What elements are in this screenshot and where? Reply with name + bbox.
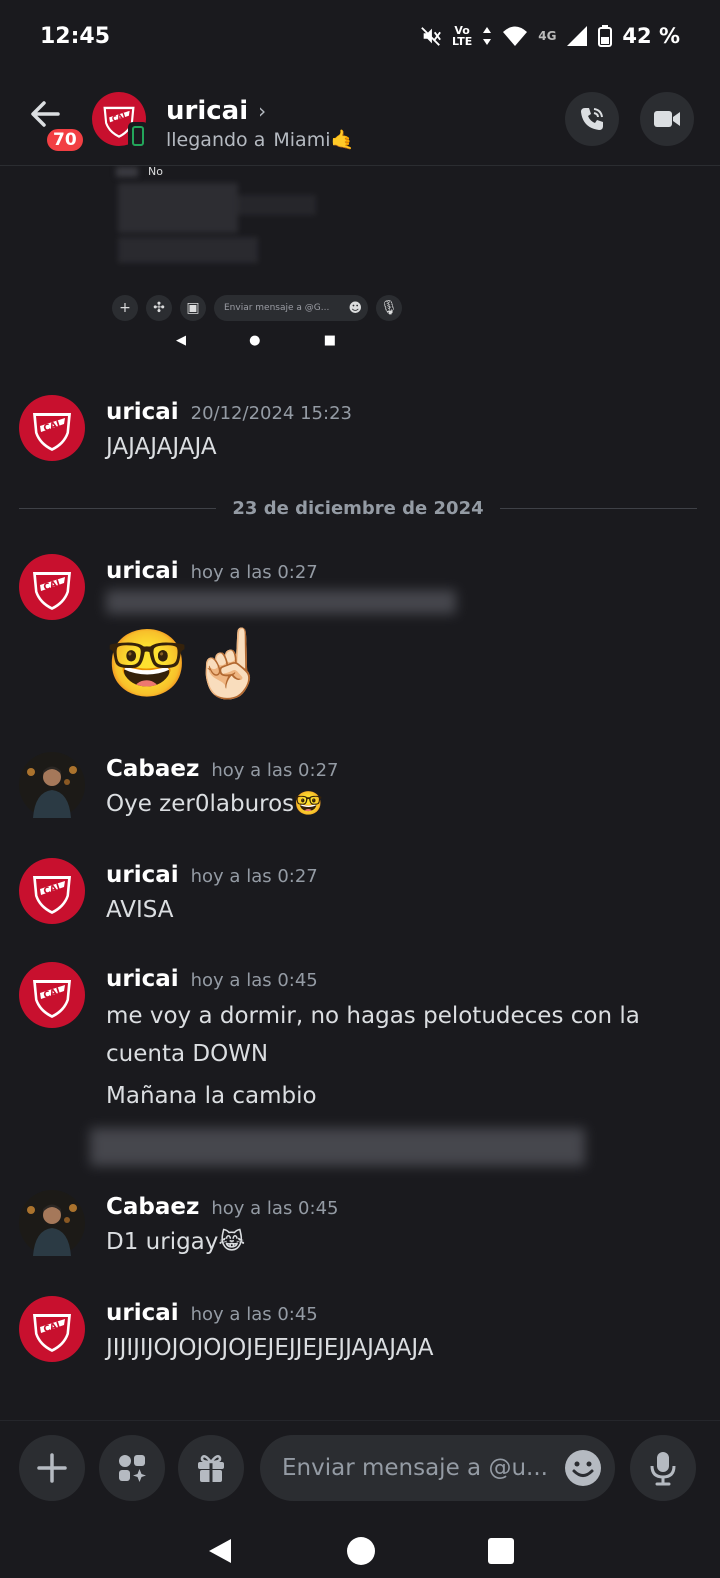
signal-icon [567,26,588,46]
nav-back-icon[interactable] [205,1536,235,1566]
author-name[interactable]: uricai [106,966,179,992]
avatar[interactable] [19,554,85,620]
author-name[interactable]: uricai [106,558,179,584]
voice-message-button[interactable] [630,1435,696,1501]
embed-home-icon: ● [249,333,261,348]
embed-plus-icon: + [112,295,138,321]
emoji-message: 🤓☝🏻 [106,625,271,702]
author-name[interactable]: uricai [106,1300,179,1326]
gift-button[interactable] [178,1435,244,1501]
embed-nav-bar: ◀ ● ■ [176,333,336,348]
author-name[interactable]: uricai [106,399,179,425]
embed-mic-icon: 🎙 [376,295,402,321]
timestamp: hoy a las 0:45 [190,1304,318,1325]
volte-icon: Vo LTE [452,24,473,48]
plus-icon [37,1453,67,1483]
embed-input: Enviar mensaje a @G... ☻ [214,295,368,321]
apps-button[interactable] [99,1435,165,1501]
timestamp: hoy a las 0:45 [190,970,318,991]
attach-button[interactable] [19,1435,85,1501]
video-call-button[interactable] [640,92,694,146]
redacted-text [106,590,456,614]
message-composer [0,1420,720,1520]
author-name[interactable]: Cabaez [106,1194,199,1220]
dm-header: 70 uricai › llegando a Miami🤙 [0,78,720,166]
message-text: Oye zer0laburos🤓 [106,791,323,817]
message-text: JIJIJIJOJOJOJOJEJEJJEJEJJAJAJAJA [106,1335,434,1361]
author-name[interactable]: uricai [106,862,179,888]
nav-recents-icon[interactable] [487,1537,515,1565]
emoji-icon[interactable] [563,1448,603,1488]
embed-back-icon: ◀ [176,333,186,348]
battery-icon [598,25,613,47]
nav-home-icon[interactable] [346,1536,376,1566]
message-text: D1 urigay😹 [106,1229,246,1255]
timestamp: hoy a las 0:27 [190,866,318,887]
embed-text: No [148,165,163,178]
timestamp: 20/12/2024 15:23 [190,403,352,424]
message-text: JAJAJAJAJA [106,434,217,460]
data-arrows-icon [483,27,492,45]
video-camera-icon [654,111,680,127]
embed-apps-icon: ✣ [146,295,172,321]
voice-call-button[interactable] [565,92,619,146]
mute-icon [421,27,441,46]
message-text: AVISA [106,897,174,923]
embed-gift-icon: ▣ [180,295,206,321]
phone-call-icon [581,108,603,130]
avatar[interactable] [19,752,85,818]
message-text: cuenta DOWN [106,1041,269,1067]
embedded-screenshot: No + ✣ ▣ Enviar mensaje a @G... ☻ 🎙 ◀ ● … [106,165,406,355]
timestamp: hoy a las 0:45 [211,1198,339,1219]
timestamp: hoy a las 0:27 [190,562,318,583]
message-text: me voy a dormir, no hagas pelotudeces co… [106,1003,640,1029]
avatar[interactable] [19,858,85,924]
battery-percent: 42 % [622,24,680,48]
embed-recents-icon: ■ [323,333,336,348]
redacted-text [90,1128,585,1166]
embed-emoji-icon: ☻ [348,300,362,316]
system-nav-bar [0,1524,720,1578]
status-icons: Vo LTE 4G 42 % [420,24,680,48]
message-text: Mañana la cambio [106,1083,317,1109]
timestamp: hoy a las 0:27 [211,760,339,781]
avatar[interactable] [19,1296,85,1362]
dm-user-name[interactable]: uricai › [166,96,266,126]
date-divider: 23 de diciembre de 2024 [19,493,698,523]
unread-badge: 70 [44,126,86,154]
avatar[interactable] [19,395,85,461]
chevron-right-icon: › [258,99,267,123]
network-type: 4G [538,28,557,43]
author-name[interactable]: Cabaez [106,756,199,782]
apps-icon [119,1455,146,1482]
mobile-status-icon [128,122,148,150]
gift-icon [198,1454,224,1482]
avatar[interactable] [19,962,85,1028]
message-input-wrap[interactable] [260,1435,615,1501]
avatar[interactable] [19,1190,85,1256]
message-input[interactable] [282,1455,552,1481]
status-bar: 12:45 Vo LTE 4G 42 % [0,0,720,72]
wifi-icon [503,26,528,46]
embed-composer: + ✣ ▣ Enviar mensaje a @G... ☻ 🎙 [112,293,402,323]
microphone-icon [650,1452,676,1486]
custom-status: llegando a Miami🤙 [166,128,355,152]
status-time: 12:45 [40,23,111,49]
